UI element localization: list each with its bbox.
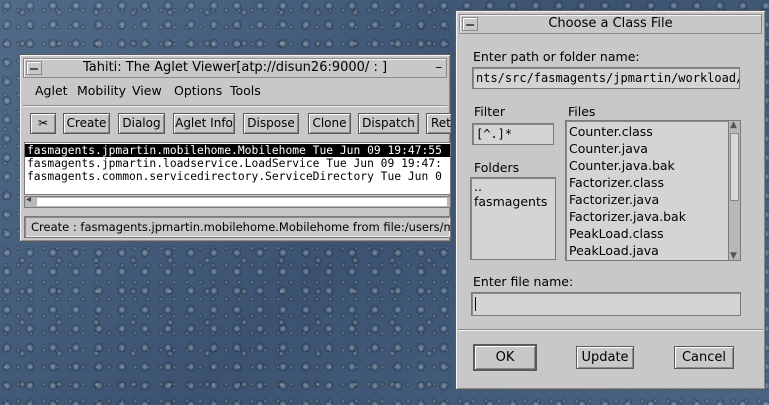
create-button[interactable]: Create [63, 113, 110, 134]
path-input[interactable]: nts/src/fasmagents/jpmartin/workload/ [472, 67, 740, 89]
dialog-divider [458, 329, 763, 331]
path-label: Enter path or folder name: [473, 49, 640, 64]
menu-tools[interactable]: Tools [230, 83, 261, 98]
files-list[interactable]: Counter.class Counter.java Counter.java.… [565, 120, 741, 261]
files-label: Files [568, 104, 596, 119]
files-scrollbar-thumb[interactable] [730, 133, 739, 201]
dialog-button[interactable]: Dialog [118, 113, 165, 134]
cancel-button[interactable]: Cancel [674, 346, 734, 369]
folders-label: Folders [474, 160, 520, 175]
filename-label: Enter file name: [473, 274, 574, 289]
file-item[interactable]: Factorizer.class [566, 174, 740, 191]
scrollbar-thumb[interactable] [37, 198, 447, 206]
horizontal-scrollbar[interactable]: ◂ [24, 194, 451, 208]
status-bar: Create : fasmagents.jpmartin.mobilehome.… [24, 216, 451, 238]
menu-aglet[interactable]: Aglet [35, 83, 68, 98]
folder-item[interactable]: fasmagents [471, 193, 555, 210]
menu-divider [23, 105, 447, 107]
clone-button[interactable]: Clone [308, 113, 351, 134]
scroll-up-icon[interactable]: ▲ [730, 120, 737, 130]
folder-item[interactable]: .. [471, 180, 555, 193]
dialog-title: Choose a Class File [548, 16, 673, 31]
window-menu-button[interactable] [462, 17, 478, 31]
files-scrollbar[interactable]: ▲ ▼ [728, 120, 740, 261]
list-item[interactable]: fasmagents.jpmartin.loadservice.LoadServ… [25, 157, 450, 170]
file-item[interactable]: Counter.java.bak [566, 157, 740, 174]
file-item[interactable]: Factorizer.java [566, 191, 740, 208]
dialog-titlebar[interactable]: Choose a Class File [459, 14, 762, 34]
file-item[interactable]: Counter.class [566, 123, 740, 140]
viewer-title: Tahiti: The Aglet Viewer[atp://disun26:9… [82, 60, 388, 75]
aglet-info-button[interactable]: Aglet Info [173, 113, 235, 134]
update-button[interactable]: Update [576, 346, 634, 369]
menu-mobility[interactable]: Mobility [77, 83, 126, 98]
file-item[interactable]: Counter.java [566, 140, 740, 157]
window-menu-button[interactable] [26, 61, 42, 75]
folders-list[interactable]: .. fasmagents [470, 177, 556, 260]
retract-button[interactable]: Retr [426, 113, 451, 134]
filter-label: Filter [474, 104, 505, 119]
file-item[interactable]: PeakLoad.class [566, 225, 740, 242]
ok-button[interactable]: OK [474, 345, 536, 370]
aglet-list[interactable]: fasmagents.jpmartin.mobilehome.Mobilehom… [24, 142, 451, 195]
filter-input[interactable]: [^.]* [472, 123, 554, 145]
cut-button[interactable]: ✂ [30, 113, 56, 134]
status-text: Create : fasmagents.jpmartin.mobilehome.… [31, 220, 450, 234]
scissors-icon: ✂ [37, 116, 49, 130]
file-item[interactable]: Factorizer.java.bak [566, 208, 740, 225]
minimize-icon[interactable]: – [436, 59, 443, 77]
scroll-left-icon[interactable]: ◂ [26, 194, 31, 205]
scroll-down-icon[interactable]: ▼ [730, 251, 737, 261]
text-cursor-icon [475, 296, 476, 311]
file-item[interactable]: PeakLoad.java [566, 242, 740, 259]
menu-options[interactable]: Options [174, 83, 222, 98]
menu-view[interactable]: View [132, 83, 162, 98]
viewer-titlebar[interactable]: Tahiti: The Aglet Viewer[atp://disun26:9… [23, 58, 447, 78]
filename-input[interactable] [471, 292, 741, 316]
list-item[interactable]: fasmagents.common.servicedirectory.Servi… [25, 170, 450, 183]
list-item[interactable]: fasmagents.jpmartin.mobilehome.Mobilehom… [25, 144, 450, 157]
dispose-button[interactable]: Dispose [243, 113, 299, 134]
dispatch-button[interactable]: Dispatch [358, 113, 419, 134]
